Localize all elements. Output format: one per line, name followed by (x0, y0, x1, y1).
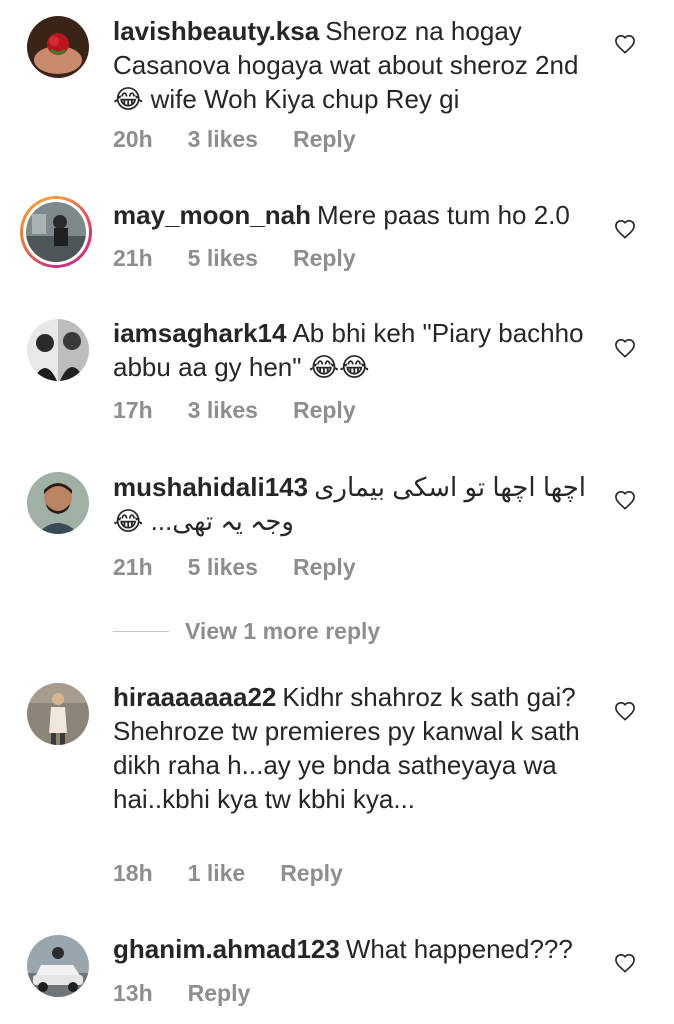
comment-time: 13h (113, 980, 153, 1006)
heart-outline-icon[interactable] (614, 338, 636, 358)
comment-meta: 20h 3 likes Reply (113, 126, 391, 153)
woman-avatar (27, 683, 89, 745)
avatar[interactable] (27, 935, 89, 997)
comment-likes[interactable]: 5 likes (188, 245, 258, 272)
heart-outline-icon[interactable] (614, 701, 636, 721)
comment-meta: 18h 1 like Reply (113, 860, 378, 887)
man-avatar (27, 472, 89, 534)
view-more-label: View 1 more reply (185, 617, 381, 644)
comment-likes[interactable]: 1 like (188, 860, 246, 887)
comment-meta: 17h 3 likes Reply (113, 397, 391, 424)
comment-text-block: lavishbeauty.ksa Sheroz na hogay Casanova… (113, 14, 593, 116)
comment-username[interactable]: hiraaaaaaa22 (113, 682, 276, 712)
comment-body: What happened??? (345, 934, 573, 964)
comment-time: 20h (113, 126, 153, 152)
avatar[interactable] (27, 16, 89, 78)
comment-username[interactable]: ghanim.ahmad123 (113, 934, 340, 964)
comment-time: 17h (113, 397, 153, 423)
avatar[interactable] (27, 472, 89, 534)
comment-likes[interactable]: 5 likes (188, 554, 258, 581)
story-ring-avatar (26, 202, 86, 262)
avatar[interactable] (27, 683, 89, 745)
reply-button[interactable]: Reply (293, 126, 356, 153)
comment-meta: 13h Reply (113, 980, 285, 1007)
comment-time: 21h (113, 245, 153, 271)
car-avatar (27, 935, 89, 997)
comment-text-block: mushahidali143 اچھا اچھا تو اسکی بیماری و… (113, 470, 593, 538)
comment-likes[interactable]: 3 likes (188, 397, 258, 424)
comment-time: 18h (113, 860, 153, 886)
avatar[interactable] (27, 319, 89, 381)
avatar[interactable] (20, 196, 92, 268)
comment-username[interactable]: iamsaghark14 (113, 318, 286, 348)
view-more-replies-button[interactable]: View 1 more reply (113, 614, 380, 648)
comment-username[interactable]: may_moon_nah (113, 200, 311, 230)
comment-time: 21h (113, 554, 153, 580)
comment-text-block: may_moon_nah Mere paas tum ho 2.0 (113, 198, 593, 232)
reply-button[interactable]: Reply (293, 397, 356, 424)
couple-avatar (27, 319, 89, 381)
comment-likes[interactable]: 3 likes (188, 126, 258, 153)
heart-outline-icon[interactable] (614, 34, 636, 54)
comment-text-block: hiraaaaaaa22 Kidhr shahroz k sath gai? Sh… (113, 680, 593, 816)
comment-body: Mere paas tum ho 2.0 (316, 200, 570, 230)
rose-hand-avatar (27, 16, 89, 78)
comment-username[interactable]: lavishbeauty.ksa (113, 16, 319, 46)
reply-button[interactable]: Reply (280, 860, 343, 887)
comment-text-block: ghanim.ahmad123 What happened??? (113, 932, 593, 966)
heart-outline-icon[interactable] (614, 953, 636, 973)
reply-button[interactable]: Reply (293, 245, 356, 272)
reply-button[interactable]: Reply (188, 980, 251, 1007)
comment-username[interactable]: mushahidali143 (113, 472, 308, 502)
reply-button[interactable]: Reply (293, 554, 356, 581)
comment-meta: 21h 5 likes Reply (113, 245, 391, 272)
divider-line (113, 630, 169, 632)
comment-text-block: iamsaghark14 Ab bhi keh "Piary bachho abb… (113, 316, 593, 384)
comment-meta: 21h 5 likes Reply (113, 554, 391, 581)
heart-outline-icon[interactable] (614, 490, 636, 510)
heart-outline-icon[interactable] (614, 219, 636, 239)
